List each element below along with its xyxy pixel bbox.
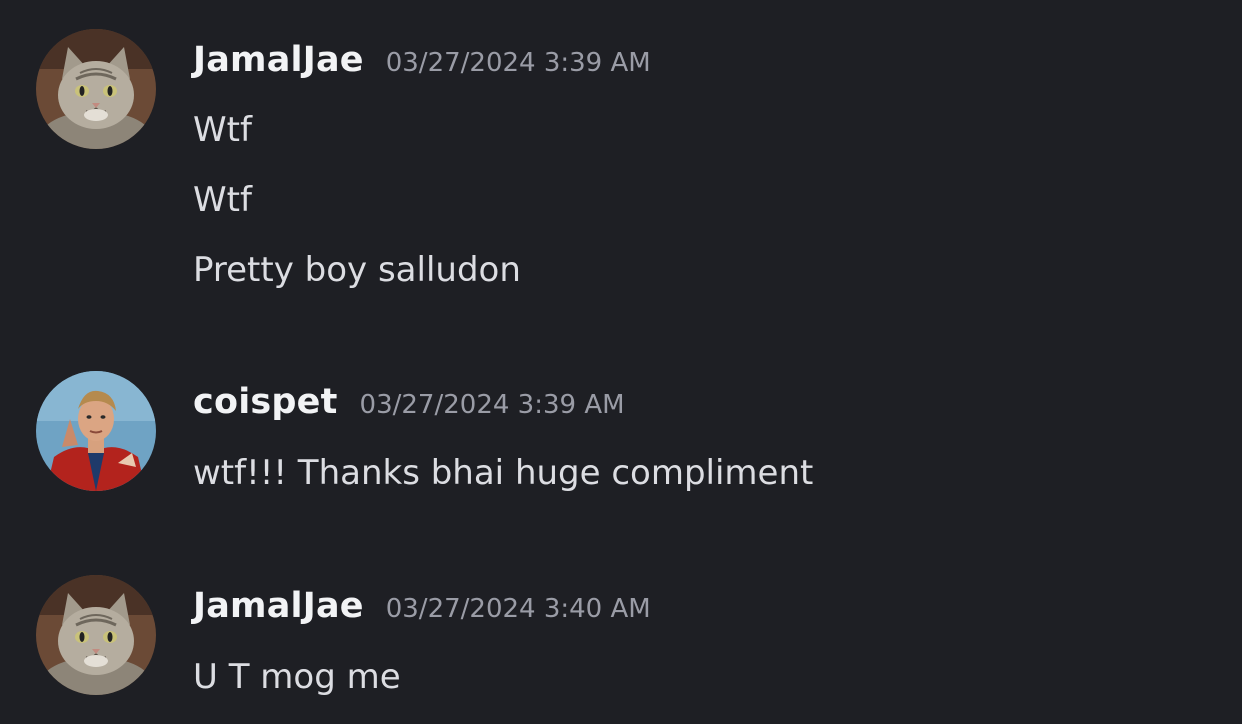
cat-avatar-icon[interactable] xyxy=(36,29,156,149)
timestamp: 03/27/2024 3:39 AM xyxy=(359,390,625,420)
message-header: coispet 03/27/2024 3:39 AM xyxy=(193,382,625,422)
chat-message-list: JamalJae 03/27/2024 3:39 AM Wtf Wtf Prett… xyxy=(0,0,1242,724)
username[interactable]: coispet xyxy=(193,382,338,422)
message-header: JamalJae 03/27/2024 3:39 AM xyxy=(193,40,651,80)
username[interactable]: JamalJae xyxy=(193,586,364,626)
timestamp: 03/27/2024 3:39 AM xyxy=(385,48,651,78)
username[interactable]: JamalJae xyxy=(193,40,364,80)
message-text: Wtf xyxy=(193,110,252,150)
message-text: Pretty boy salludon xyxy=(193,250,521,290)
message-text: wtf!!! Thanks bhai huge compliment xyxy=(193,453,814,493)
message-text: Wtf xyxy=(193,180,252,220)
cat-avatar-icon[interactable] xyxy=(36,575,156,695)
man-red-jacket-avatar-icon[interactable] xyxy=(36,371,156,491)
message-text: U T mog me xyxy=(193,657,401,697)
timestamp: 03/27/2024 3:40 AM xyxy=(385,594,651,624)
message-header: JamalJae 03/27/2024 3:40 AM xyxy=(193,586,651,626)
